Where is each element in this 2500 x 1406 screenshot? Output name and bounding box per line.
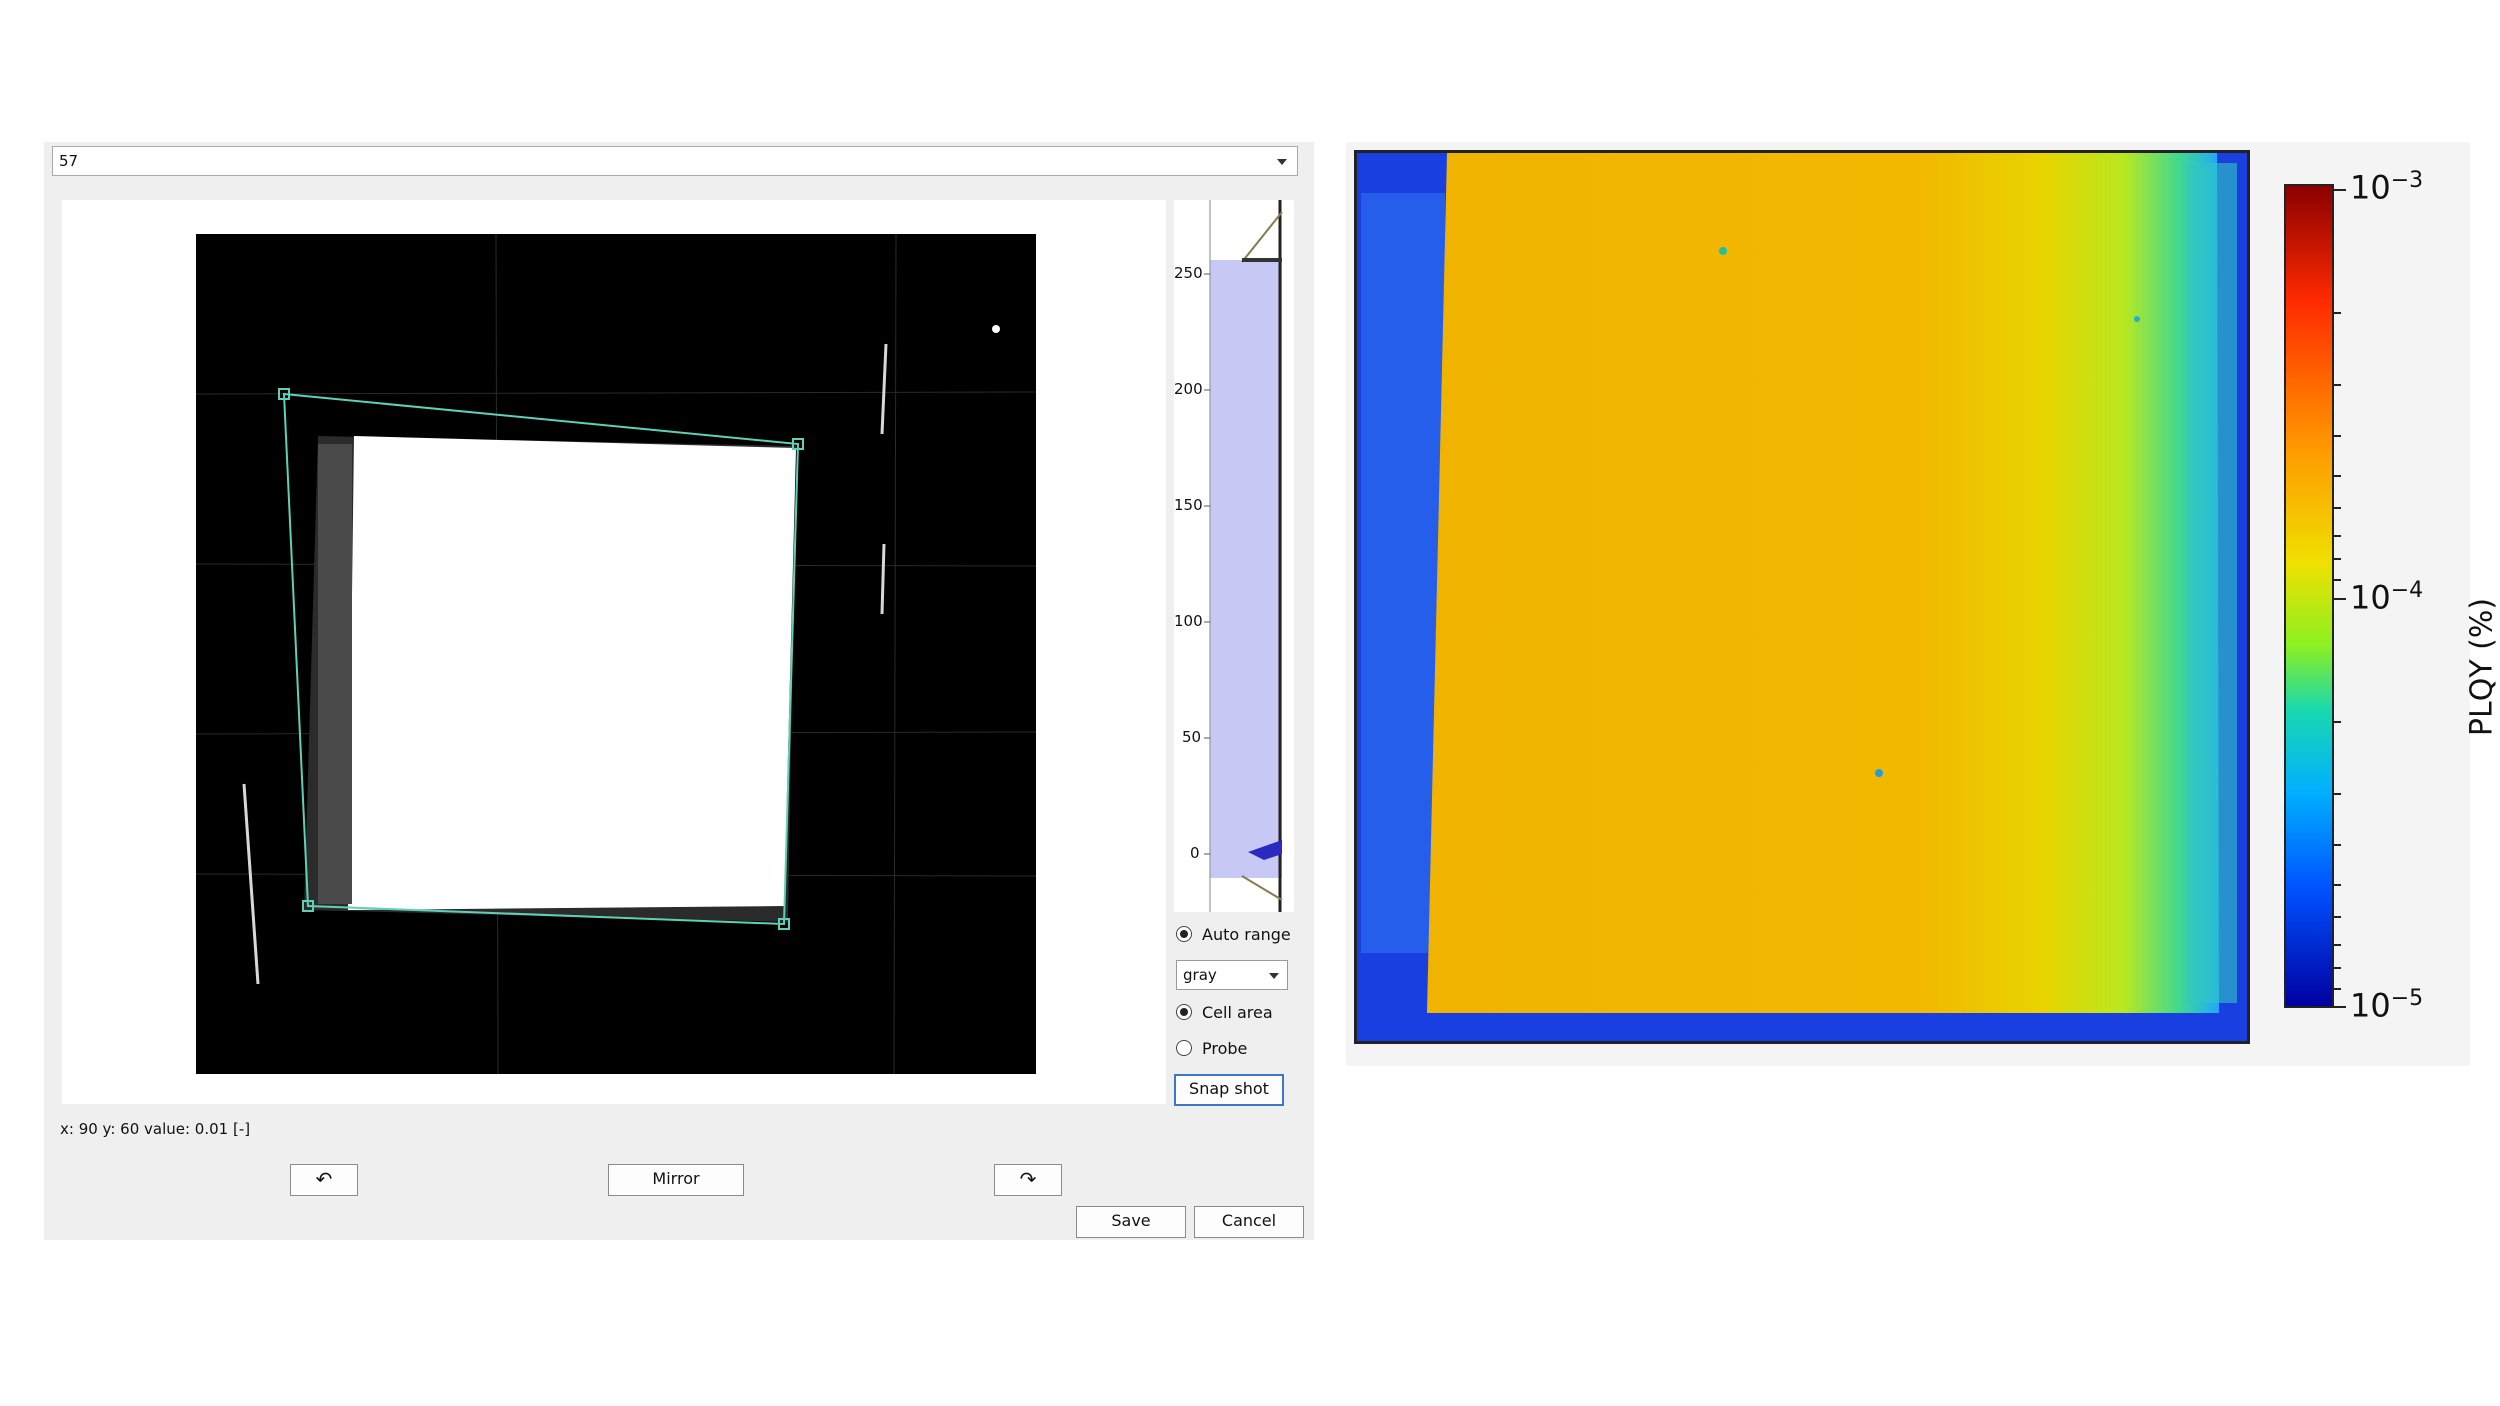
- probe-radio[interactable]: [1176, 1040, 1192, 1056]
- auto-range-label: Auto range: [1202, 925, 1291, 944]
- colorbar-minor-tick: [2334, 579, 2341, 581]
- histogram-tick: 150: [1174, 496, 1203, 514]
- colorbar-minor-tick: [2334, 988, 2341, 990]
- colorbar-minor-tick: [2334, 967, 2341, 969]
- luminescence-image[interactable]: [195, 233, 1037, 1075]
- colorbar-minor-tick: [2334, 944, 2341, 946]
- level-region: [1210, 260, 1282, 878]
- histogram-tick: 200: [1174, 380, 1203, 398]
- image-selector-value: 57: [59, 152, 79, 170]
- colorbar-tick: [2334, 598, 2346, 600]
- cell-response-region: [1427, 153, 2219, 1013]
- image-canvas: [195, 233, 1037, 1075]
- colorbar-tick-label: 10−4: [2350, 578, 2424, 617]
- colorbar-title: PLQY (%): [2464, 597, 2500, 737]
- auto-range-checkbox[interactable]: [1176, 926, 1192, 942]
- colorbar: [2284, 184, 2334, 1008]
- plqy-map: [1354, 150, 2250, 1044]
- colorbar-tick-label: 10−5: [2350, 986, 2424, 1025]
- chevron-down-icon: [1277, 159, 1287, 165]
- snapshot-button[interactable]: Snap shot: [1174, 1074, 1284, 1106]
- colorbar-minor-tick: [2334, 507, 2341, 509]
- colorbar-minor-tick: [2334, 884, 2341, 886]
- crop-dialog: 57 250 200 150 100 50 0 Auto range gray …: [44, 142, 1314, 1240]
- mirror-button[interactable]: Mirror: [608, 1164, 744, 1196]
- histogram-tick: 0: [1190, 844, 1200, 862]
- colorbar-minor-tick: [2334, 475, 2341, 477]
- chevron-down-icon: [1269, 973, 1279, 979]
- colorbar-minor-tick: [2334, 721, 2341, 723]
- colorbar-minor-tick: [2334, 844, 2341, 846]
- rotate-right-icon: ↷: [1019, 1167, 1037, 1191]
- colorbar-minor-tick: [2334, 558, 2341, 560]
- colorbar-minor-tick: [2334, 793, 2341, 795]
- cursor-readout: x: 90 y: 60 value: 0.01 [-]: [60, 1120, 251, 1138]
- colormap-value: gray: [1183, 966, 1217, 984]
- image-view[interactable]: [62, 200, 1166, 1104]
- histogram-tick: 100: [1174, 612, 1203, 630]
- colorbar-minor-tick: [2334, 535, 2341, 537]
- plqy-map-canvas: [1357, 153, 2247, 1041]
- rotate-right-button[interactable]: ↷: [994, 1164, 1062, 1196]
- histogram-canvas: [1204, 200, 1283, 912]
- histogram-panel[interactable]: 250 200 150 100 50 0: [1174, 200, 1294, 912]
- colorbar-minor-tick: [2334, 384, 2341, 386]
- colorbar-tick: [2334, 1006, 2346, 1008]
- cancel-button[interactable]: Cancel: [1194, 1206, 1304, 1238]
- rotate-left-icon: ↶: [315, 1167, 333, 1191]
- image-selector[interactable]: 57: [52, 146, 1298, 176]
- colorbar-minor-tick: [2334, 916, 2341, 918]
- rotate-left-button[interactable]: ↶: [290, 1164, 358, 1196]
- save-button[interactable]: Save: [1076, 1206, 1186, 1238]
- plqy-figure: 10−3 10−4 10−5 PLQY (%): [1346, 142, 2500, 1066]
- colormap-select[interactable]: gray: [1176, 960, 1288, 990]
- histogram-tick: 50: [1182, 728, 1202, 746]
- probe-label: Probe: [1202, 1039, 1248, 1058]
- cell-area-radio[interactable]: [1176, 1004, 1192, 1020]
- histogram-tick: 250: [1174, 264, 1203, 282]
- colorbar-tick-label: 10−3: [2350, 168, 2424, 207]
- colorbar-tick: [2334, 189, 2346, 191]
- cell-area-label: Cell area: [1202, 1003, 1273, 1022]
- colorbar-minor-tick: [2334, 435, 2341, 437]
- colorbar-minor-tick: [2334, 312, 2341, 314]
